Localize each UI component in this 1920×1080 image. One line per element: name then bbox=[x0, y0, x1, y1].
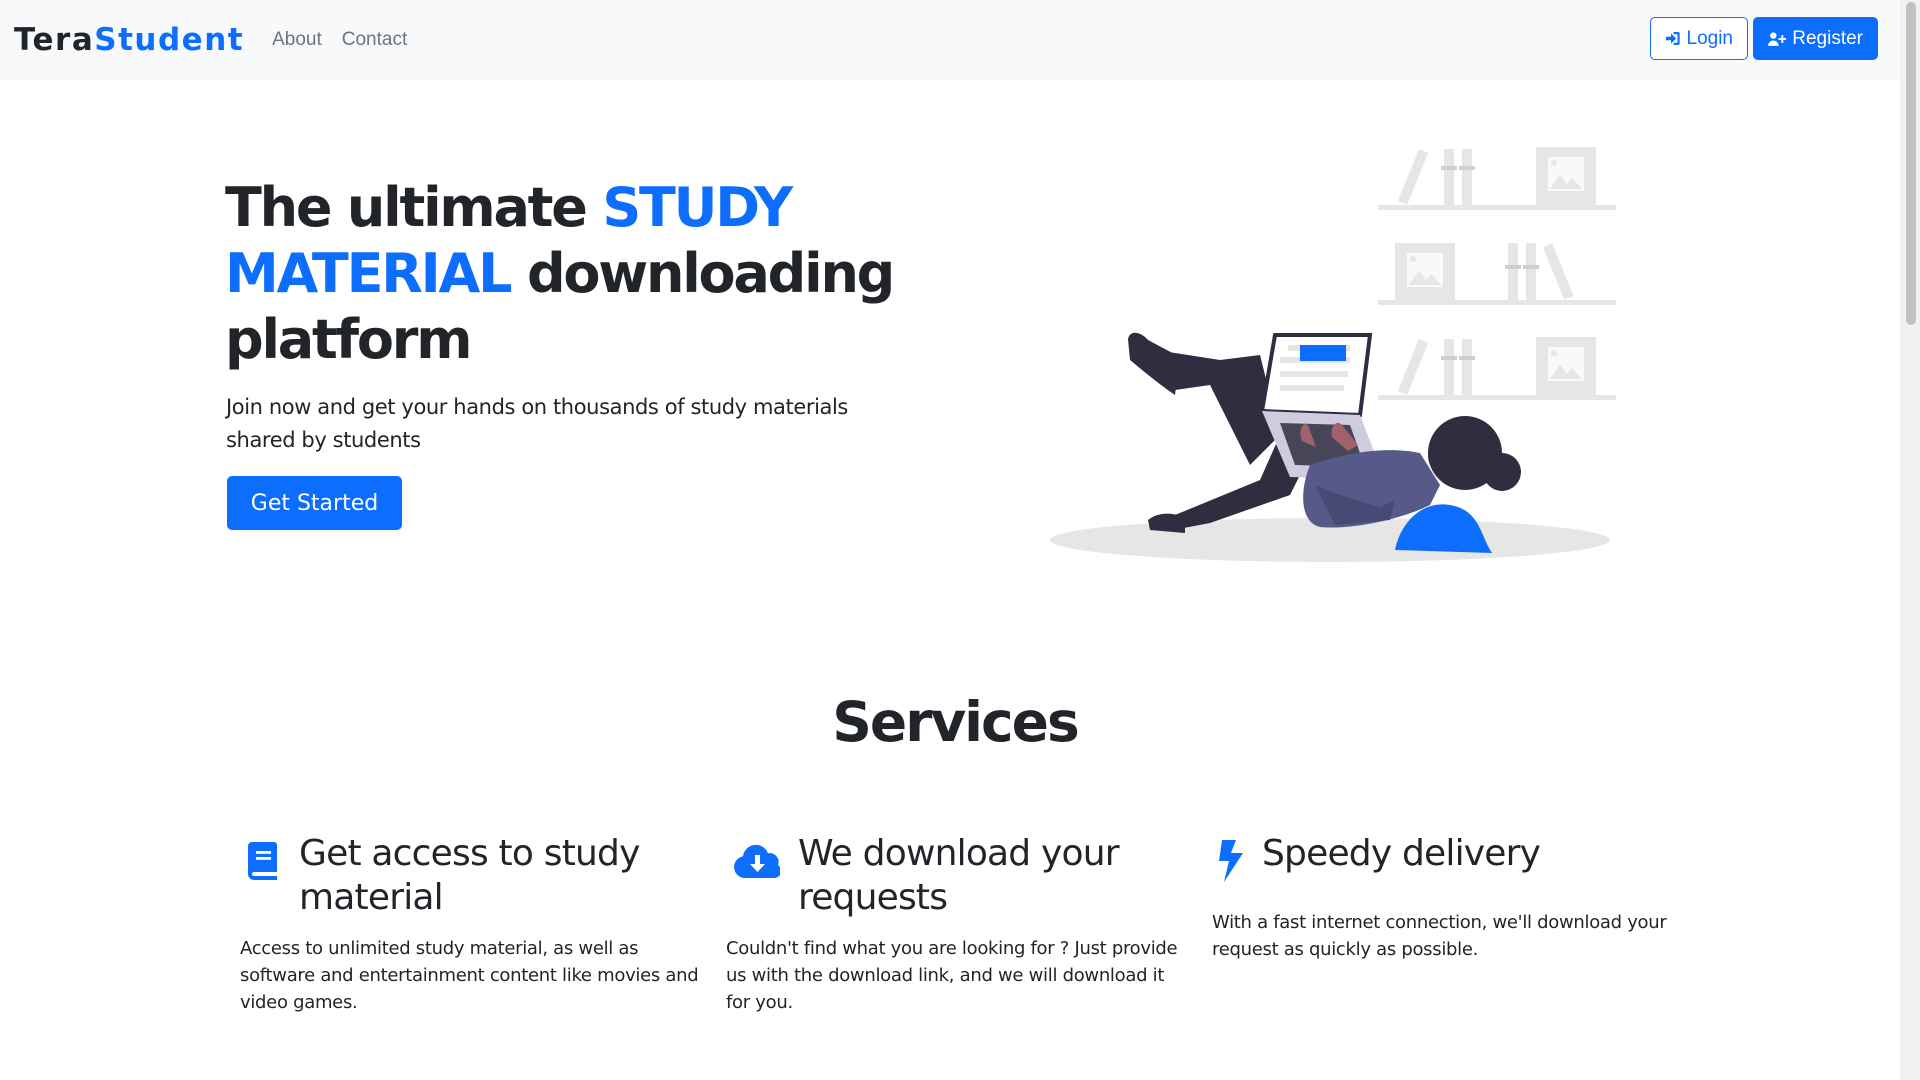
brand-logo[interactable]: TeraStudent bbox=[14, 22, 244, 58]
scrollbar[interactable] bbox=[1900, 0, 1920, 1080]
sign-in-icon bbox=[1665, 32, 1680, 45]
service-heading: We download your requests bbox=[798, 833, 1120, 918]
services-title: Services bbox=[832, 690, 1079, 754]
user-plus-icon bbox=[1768, 31, 1787, 46]
hero-title-part1: The ultimate bbox=[225, 176, 603, 239]
service-heading: Get access to study material bbox=[299, 833, 640, 918]
book-icon bbox=[248, 842, 277, 880]
login-button[interactable]: Login bbox=[1650, 17, 1748, 60]
reading-illustration bbox=[1050, 147, 1616, 562]
service-text: Couldn't find what you are looking for ?… bbox=[726, 938, 1178, 1013]
login-label: Login bbox=[1686, 27, 1734, 49]
service-text: With a fast internet connection, we'll d… bbox=[1212, 912, 1667, 960]
nav-link-contact[interactable]: Contact bbox=[342, 29, 407, 51]
brand-part1: Tera bbox=[14, 22, 95, 58]
brand-part2: Student bbox=[94, 22, 245, 58]
service-item-speedy-delivery: Speedy delivery With a fast internet con… bbox=[1212, 832, 1672, 960]
scrollbar-thumb[interactable] bbox=[1906, 2, 1916, 325]
bolt-icon bbox=[1219, 840, 1243, 882]
navbar: TeraStudent About Contact Login Register bbox=[0, 0, 1900, 80]
service-heading: Speedy delivery bbox=[1262, 833, 1541, 874]
register-label: Register bbox=[1792, 27, 1863, 49]
service-item-download-requests: We download your requests Couldn't find … bbox=[726, 832, 1186, 1013]
hero-title: The ultimate STUDY MATERIAL downloading … bbox=[225, 175, 925, 373]
service-text: Access to unlimited study material, as w… bbox=[240, 938, 699, 1013]
register-button[interactable]: Register bbox=[1753, 17, 1878, 60]
get-started-button[interactable]: Get Started bbox=[227, 476, 402, 530]
cloud-download-icon bbox=[734, 844, 780, 878]
hero-subtitle: Join now and get your hands on thousands… bbox=[226, 395, 848, 452]
service-item-study-material: Get access to study material Access to u… bbox=[240, 832, 700, 1013]
auth-buttons: Login Register bbox=[1650, 17, 1878, 60]
nav-link-about[interactable]: About bbox=[272, 29, 322, 51]
